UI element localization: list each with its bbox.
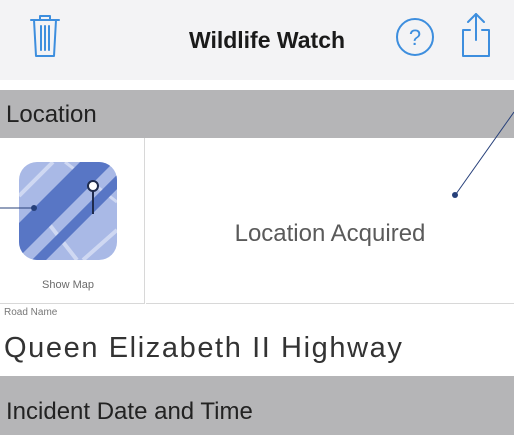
location-section-title: Location [6, 101, 97, 128]
location-section-header: Location [0, 90, 514, 138]
show-map-button[interactable]: Show Map [0, 138, 145, 304]
road-name-value: Queen Elizabeth II Highway [4, 332, 404, 364]
trash-icon [30, 15, 60, 57]
map-pin-icon [19, 162, 117, 260]
location-status-cell: Location Acquired [146, 138, 514, 304]
road-name-field[interactable]: Road Name Queen Elizabeth II Highway [0, 305, 514, 376]
incident-section-header: Incident Date and Time [0, 376, 514, 435]
question-circle-icon: ? [396, 18, 434, 56]
app-title: Wildlife Watch [188, 27, 346, 53]
road-name-label: Road Name [4, 307, 58, 318]
incident-section-title: Incident Date and Time [6, 398, 253, 425]
location-status-text: Location Acquired [234, 220, 426, 247]
help-button[interactable]: ? [395, 17, 435, 57]
svg-text:?: ? [409, 25, 421, 50]
share-button[interactable] [458, 10, 494, 60]
share-icon [462, 13, 490, 57]
nav-bar: Wildlife Watch ? [0, 0, 514, 80]
show-map-label: Show Map [42, 279, 94, 291]
delete-button[interactable] [28, 12, 62, 60]
